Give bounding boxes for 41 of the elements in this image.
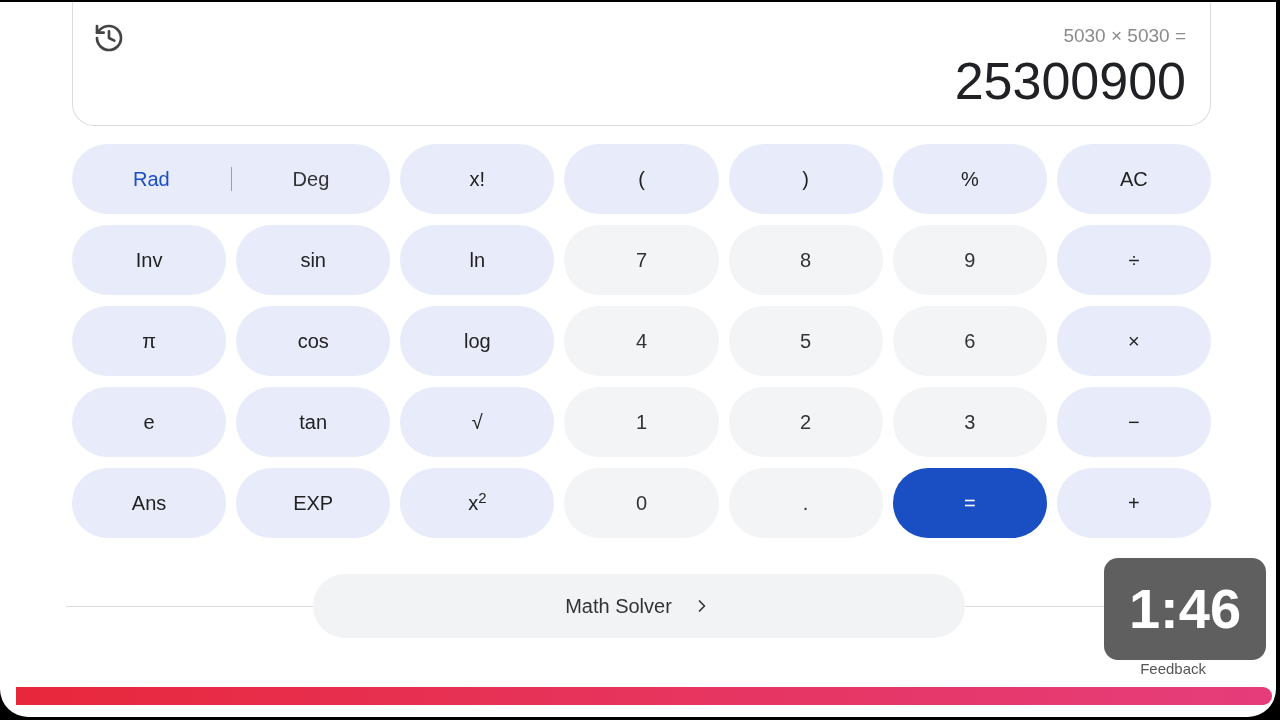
calculator-key[interactable]: AC (1056, 144, 1211, 214)
calculator-key[interactable]: % (892, 144, 1047, 214)
calculator-key[interactable]: 0 (564, 468, 719, 538)
calculator-key[interactable]: Ans (72, 468, 227, 538)
calculator-key[interactable]: ÷ (1056, 225, 1211, 295)
calculator-key[interactable]: Inv (72, 225, 227, 295)
calculator-key[interactable]: log (400, 306, 555, 376)
calculator-key[interactable]: 7 (564, 225, 719, 295)
math-solver-button[interactable]: Math Solver (312, 574, 965, 638)
calculator-key[interactable]: × (1056, 306, 1211, 376)
angle-unit-option[interactable]: Deg (231, 144, 391, 214)
calculator-key[interactable]: EXP (236, 468, 391, 538)
calculator-key[interactable]: = (892, 468, 1047, 538)
calculator-key[interactable]: e (72, 387, 227, 457)
result-text: 25300900 (954, 54, 1186, 107)
calculator-key[interactable]: − (1056, 387, 1211, 457)
calculator-key[interactable]: 2 (728, 387, 883, 457)
calculator-key[interactable]: 6 (892, 306, 1047, 376)
calculator-key[interactable]: . (728, 468, 883, 538)
calculator-key[interactable]: ( (564, 144, 719, 214)
calculator-key[interactable]: x$^{2}$ (400, 468, 555, 538)
calculator-key[interactable]: x! (400, 144, 555, 214)
calculator-key[interactable]: 1 (564, 387, 719, 457)
calculator-key[interactable]: √ (400, 387, 555, 457)
angle-unit-option[interactable]: Rad (72, 144, 231, 214)
calculator-key[interactable]: 4 (564, 306, 719, 376)
history-icon[interactable] (93, 22, 125, 54)
calculator-key[interactable]: cos (236, 306, 391, 376)
calculator-key[interactable]: 3 (892, 387, 1047, 457)
calculator-key[interactable]: tan (236, 387, 391, 457)
calculator-key[interactable]: sin (236, 225, 391, 295)
duration-badge: 1:46 (1104, 558, 1266, 660)
calculator-key[interactable]: ln (400, 225, 555, 295)
calculator-key[interactable]: π (72, 306, 227, 376)
calculator-key[interactable]: + (1056, 468, 1211, 538)
calculator-key[interactable]: 8 (728, 225, 883, 295)
expression-text: 5030 × 5030 = (1063, 24, 1186, 48)
calculator-key[interactable]: 5 (728, 306, 883, 376)
calculator-key[interactable]: ) (728, 144, 883, 214)
calculator-key[interactable]: 9 (892, 225, 1047, 295)
feedback-link[interactable]: Feedback (1140, 660, 1206, 677)
